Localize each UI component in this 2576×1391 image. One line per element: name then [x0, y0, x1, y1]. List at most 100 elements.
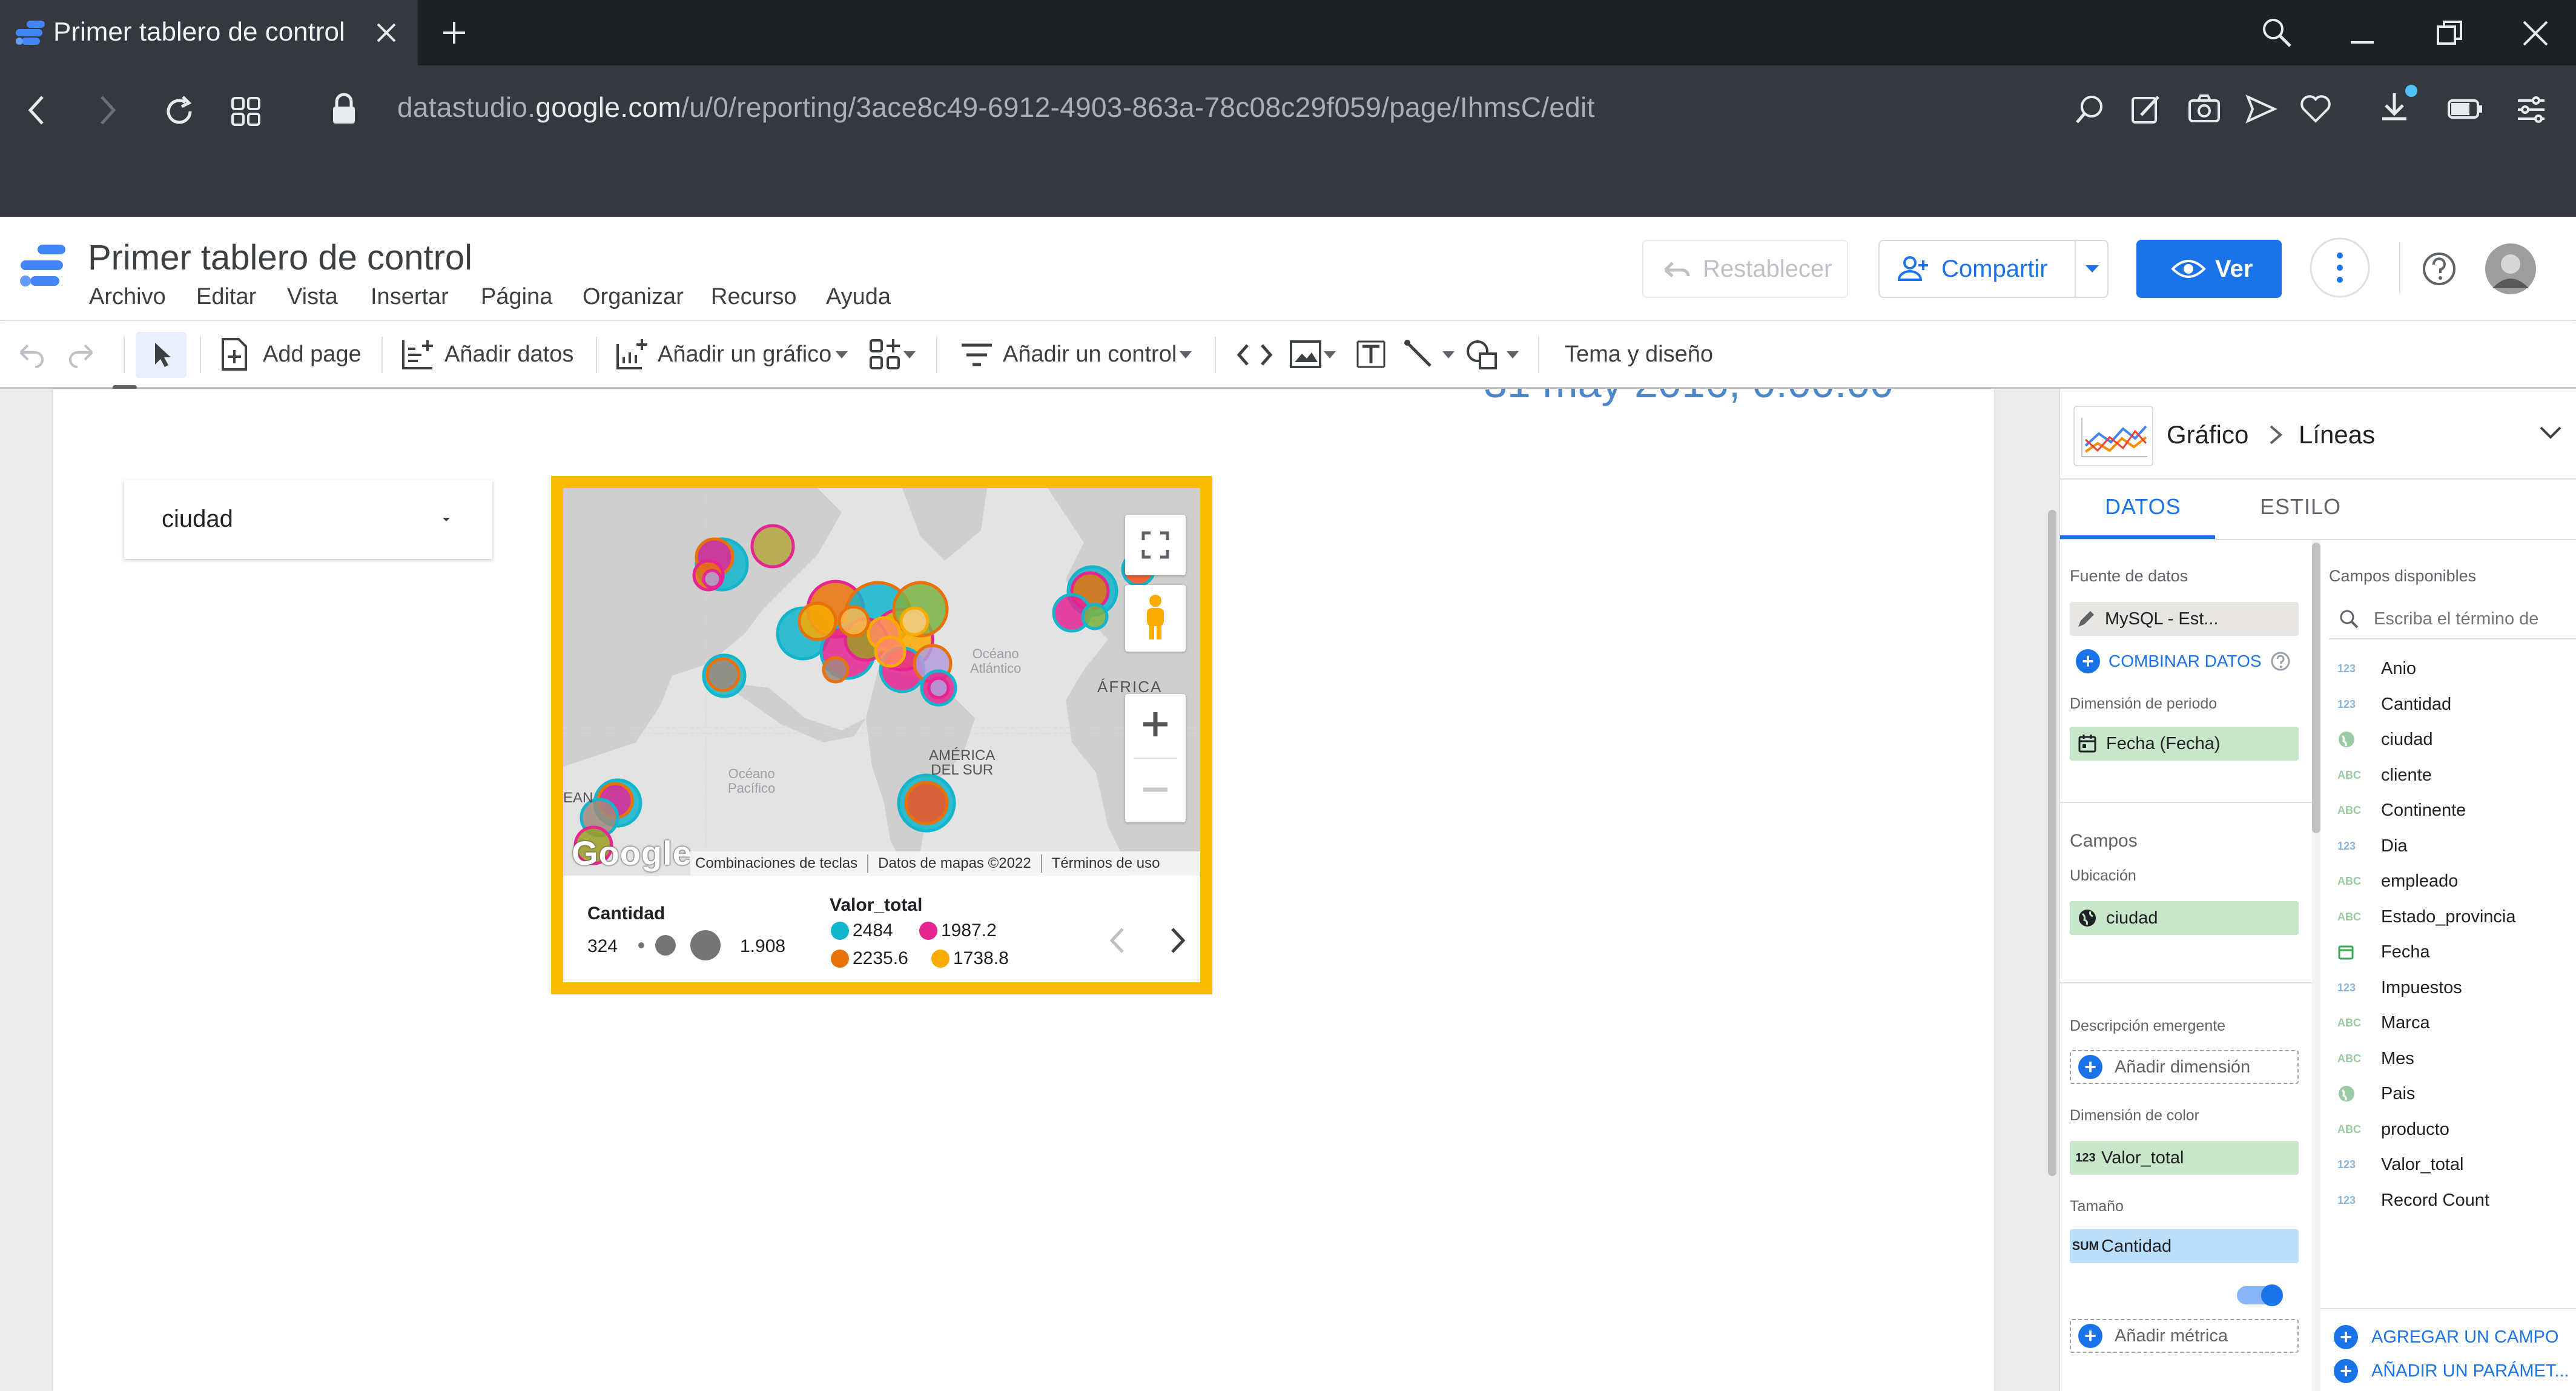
available-field-item[interactable]: 123 Dia — [2337, 834, 2408, 858]
battery-icon[interactable] — [2446, 97, 2484, 121]
location-chip[interactable]: ciudad — [2070, 901, 2299, 935]
add-chart-icon[interactable] — [614, 337, 650, 372]
restore-icon[interactable] — [2434, 18, 2465, 48]
data-source-chip[interactable]: MySQL - Est... — [2070, 602, 2299, 636]
url-field[interactable]: datastudio.google.com/u/0/reporting/3ace… — [397, 91, 1595, 124]
available-field-item[interactable]: 123 Valor_total — [2337, 1152, 2464, 1177]
lens-search-icon[interactable] — [2073, 92, 2107, 126]
available-field-item[interactable]: Pais — [2337, 1082, 2415, 1106]
collapse-panel-icon[interactable] — [2538, 425, 2563, 441]
image-dropdown-icon[interactable] — [1323, 350, 1337, 360]
undo-icon[interactable] — [16, 342, 46, 368]
lock-icon[interactable] — [331, 92, 357, 126]
speed-dial-icon[interactable] — [229, 94, 263, 128]
control-dropdown-icon[interactable] — [1178, 350, 1193, 360]
forward-icon[interactable] — [92, 92, 122, 128]
street-view-button[interactable] — [1125, 585, 1186, 652]
city-filter-control[interactable]: ciudad — [124, 480, 492, 559]
share-button[interactable]: Compartir — [1878, 240, 2109, 298]
geo-bubble-map-chart[interactable]: Océano Atlántico ÁFRICA AMÉRICA DEL SUR … — [551, 476, 1212, 994]
config-scrollbar[interactable] — [2312, 543, 2320, 833]
add-field-button[interactable]: + AGREGAR UN CAMPO — [2334, 1325, 2558, 1349]
share-dropdown-icon[interactable] — [2083, 263, 2101, 275]
add-metric-button[interactable]: + Añadir métrica — [2070, 1319, 2299, 1353]
theme-layout-button[interactable]: Tema y diseño — [1565, 342, 1713, 368]
available-field-item[interactable]: 123 Cantidad — [2337, 692, 2451, 716]
zoom-in-icon[interactable] — [1141, 710, 1170, 739]
help-circle-icon[interactable] — [2270, 651, 2291, 672]
size-metric-chip[interactable]: SUM Cantidad — [2070, 1229, 2299, 1263]
menu-organizar[interactable]: Organizar — [583, 284, 684, 310]
data-studio-logo-icon[interactable] — [17, 242, 68, 289]
more-options-icon[interactable] — [2308, 236, 2371, 299]
add-chart-button[interactable]: Añadir un gráfico — [658, 342, 831, 368]
available-field-item[interactable]: Fecha — [2337, 940, 2430, 964]
add-page-button[interactable]: Add page — [263, 342, 362, 368]
filter-dropdown-icon[interactable] — [441, 517, 451, 523]
add-page-icon[interactable] — [219, 337, 249, 372]
date-range-text[interactable]: 31 may 2016, 0:00:00 — [1484, 389, 1894, 407]
reload-icon[interactable] — [161, 93, 197, 130]
line-dropdown-icon[interactable] — [1441, 350, 1456, 360]
available-field-item[interactable]: 123 Anio — [2337, 656, 2416, 681]
available-field-item[interactable]: 123 Record Count — [2337, 1188, 2489, 1212]
available-field-item[interactable]: ABC Continente — [2337, 798, 2466, 822]
new-tab-icon[interactable] — [440, 18, 469, 47]
redo-icon[interactable] — [67, 342, 97, 368]
user-avatar[interactable] — [2484, 242, 2537, 296]
menu-insertar[interactable]: Insertar — [371, 284, 449, 310]
downloads-icon[interactable] — [2377, 82, 2420, 127]
zoom-out-icon[interactable] — [1141, 775, 1170, 804]
terms-link[interactable]: Términos de uso — [1052, 855, 1160, 872]
keyboard-shortcuts-link[interactable]: Combinaciones de teclas — [695, 855, 857, 872]
available-field-item[interactable]: ABC empleado — [2337, 869, 2458, 893]
heart-icon[interactable] — [2299, 93, 2333, 125]
blend-data-button[interactable]: + COMBINAR DATOS — [2076, 649, 2291, 673]
aggregation-badge[interactable]: SUM — [2070, 1240, 2101, 1254]
settings-sliders-icon[interactable] — [2514, 94, 2548, 125]
available-field-item[interactable]: ciudad — [2337, 727, 2432, 752]
menu-archivo[interactable]: Archivo — [89, 284, 166, 310]
browser-tab[interactable]: Primer tablero de control — [0, 0, 418, 65]
fullscreen-button[interactable] — [1125, 515, 1186, 575]
report-title[interactable]: Primer tablero de control — [88, 237, 472, 278]
minimize-icon[interactable] — [2347, 18, 2377, 48]
add-parameter-button[interactable]: + AÑADIR UN PARÁMET... — [2334, 1359, 2569, 1383]
text-box-icon[interactable] — [1354, 338, 1388, 371]
close-tab-icon[interactable] — [374, 21, 398, 45]
close-window-icon[interactable] — [2520, 18, 2551, 48]
chart-dropdown-icon[interactable] — [834, 350, 849, 360]
add-data-icon[interactable] — [400, 337, 436, 372]
select-tool[interactable] — [136, 332, 187, 378]
available-field-item[interactable]: ABC cliente — [2337, 763, 2432, 787]
add-data-button[interactable]: Añadir datos — [444, 342, 573, 368]
help-icon[interactable] — [2421, 251, 2457, 287]
view-button[interactable]: Ver — [2136, 240, 2282, 298]
tab-estilo[interactable]: ESTILO — [2260, 494, 2341, 520]
period-dimension-chip[interactable]: Fecha (Fecha) — [2070, 727, 2299, 761]
camera-icon[interactable] — [2187, 93, 2221, 125]
google-map[interactable]: Océano Atlántico ÁFRICA AMÉRICA DEL SUR … — [563, 488, 1200, 876]
available-field-item[interactable]: ABC Marca — [2337, 1011, 2430, 1035]
field-search-input[interactable] — [2374, 609, 2561, 629]
community-viz-icon[interactable] — [867, 337, 901, 372]
tab-datos[interactable]: DATOS — [2105, 494, 2181, 520]
canvas-scrollbar[interactable] — [2048, 510, 2056, 1176]
add-control-button[interactable]: Añadir un control — [1003, 342, 1177, 368]
available-field-item[interactable]: ABC Mes — [2337, 1046, 2414, 1071]
back-icon[interactable] — [22, 92, 52, 128]
available-field-item[interactable]: ABC producto — [2337, 1117, 2449, 1142]
menu-ayuda[interactable]: Ayuda — [826, 284, 891, 310]
breadcrumb-chart[interactable]: Gráfico — [2167, 420, 2248, 449]
available-field-item[interactable]: 123 Impuestos — [2337, 976, 2462, 1000]
color-dimension-chip[interactable]: 123 Valor_total — [2070, 1141, 2299, 1175]
shape-icon[interactable] — [1464, 337, 1501, 372]
available-field-item[interactable]: ABC Estado_provincia — [2337, 905, 2515, 929]
breadcrumb-chart-type[interactable]: Líneas — [2299, 420, 2375, 449]
menu-pagina[interactable]: Página — [481, 284, 552, 310]
community-dropdown-icon[interactable] — [902, 350, 917, 360]
reset-button[interactable]: Restablecer — [1642, 240, 1848, 298]
embed-code-icon[interactable] — [1235, 342, 1274, 368]
legend-prev-icon[interactable] — [1108, 927, 1126, 954]
line-icon[interactable] — [1402, 337, 1436, 371]
